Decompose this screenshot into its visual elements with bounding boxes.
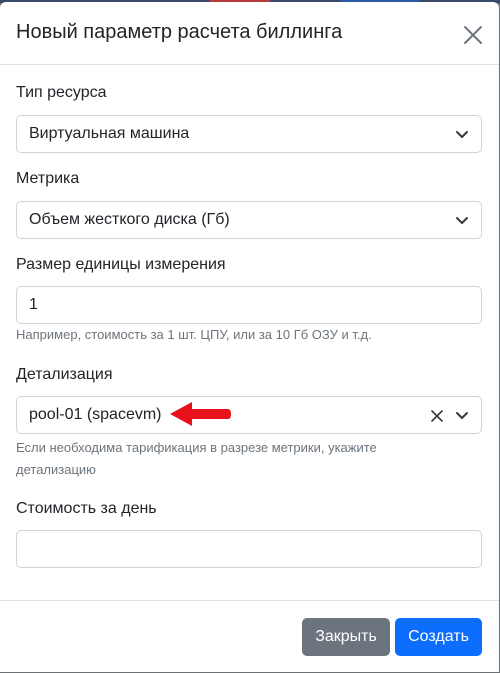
create-button[interactable]: Создать (395, 618, 482, 656)
modal-title: Новый параметр расчета биллинга (16, 21, 343, 43)
detail-value: pool-01 (spacevm) (29, 406, 162, 423)
modal-footer: Закрыть Создать (0, 600, 499, 673)
metric-select[interactable]: Объем жесткого диска (Гб) (16, 201, 482, 239)
close-button[interactable]: Закрыть (302, 618, 390, 656)
daily-cost-label: Стоимость за день (16, 500, 157, 517)
unit-size-value: 1 (29, 296, 38, 313)
daily-cost-input[interactable] (16, 530, 482, 568)
chevron-down-icon[interactable] (455, 410, 469, 422)
resource-type-label: Тип ресурса (16, 84, 107, 101)
resource-type-select[interactable]: Виртуальная машина (16, 115, 482, 153)
detail-label: Детализация (16, 366, 113, 383)
detail-select[interactable]: pool-01 (spacevm) (16, 396, 482, 434)
unit-size-input[interactable]: 1 (16, 286, 482, 324)
detail-help-line-2: детализацию (16, 462, 96, 477)
chevron-down-icon (456, 217, 468, 224)
red-arrow-annotation (170, 402, 231, 426)
chevron-down-icon (456, 131, 468, 138)
detail-help-line-1: Если необходима тарификация в разрезе ме… (16, 440, 377, 455)
billing-parameter-modal: Новый параметр расчета биллинга Тип ресу… (0, 2, 499, 672)
close-icon[interactable] (460, 22, 486, 48)
unit-size-help: Например, стоимость за 1 шт. ЦПУ, или за… (16, 327, 372, 342)
modal-header: Новый параметр расчета биллинга (0, 2, 499, 65)
metric-label: Метрика (16, 170, 80, 187)
resource-type-value: Виртуальная машина (29, 125, 190, 142)
unit-size-label: Размер единицы измерения (16, 256, 226, 273)
metric-value: Объем жесткого диска (Гб) (29, 211, 230, 228)
clear-icon[interactable] (429, 408, 445, 424)
